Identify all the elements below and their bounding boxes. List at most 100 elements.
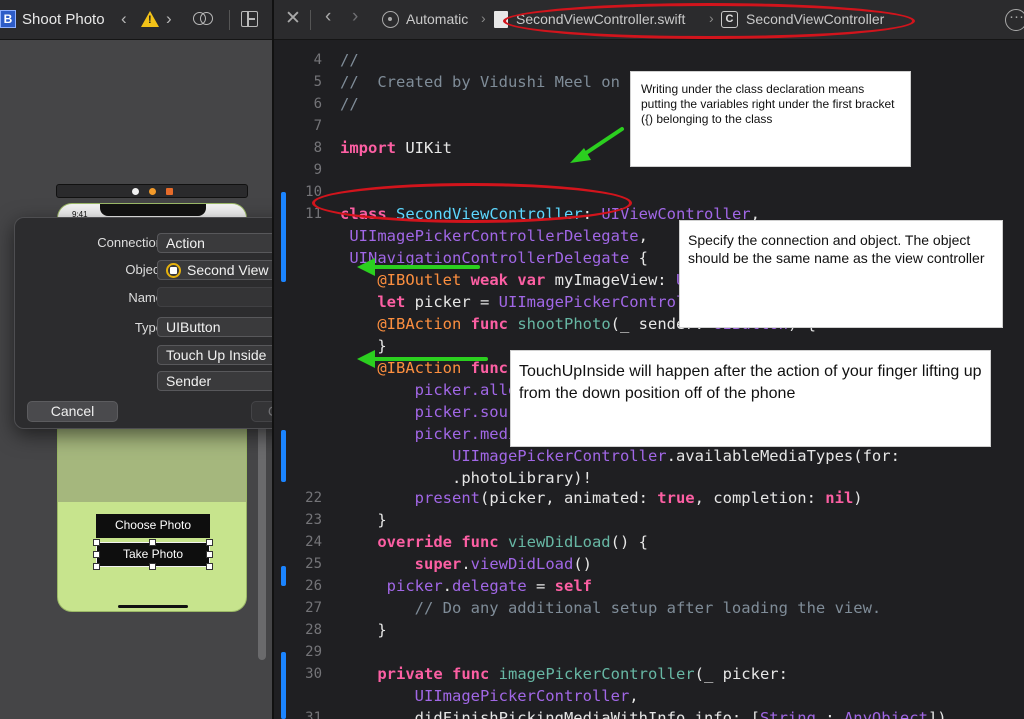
chevron-left-icon[interactable]: ‹ bbox=[121, 9, 127, 29]
code-text[interactable]: import UIKit bbox=[340, 137, 452, 159]
file-title[interactable]: Shoot Photo bbox=[22, 11, 105, 28]
cancel-button[interactable]: Cancel bbox=[27, 401, 118, 422]
code-line[interactable]: 22 present(picker, animated: true, compl… bbox=[274, 487, 1024, 509]
line-number[interactable]: 28 bbox=[274, 619, 322, 641]
resize-handle[interactable] bbox=[93, 551, 100, 558]
resize-handle[interactable] bbox=[93, 539, 100, 546]
breadcrumb-separator: › bbox=[481, 10, 486, 26]
code-line[interactable]: 28 } bbox=[274, 619, 1024, 641]
resize-handle[interactable] bbox=[206, 563, 213, 570]
code-text[interactable]: UIImagePickerControllerDelegate, bbox=[340, 225, 648, 247]
code-text[interactable]: private func imagePickerController(_ pic… bbox=[340, 663, 788, 685]
line-number[interactable]: 22 bbox=[274, 487, 322, 509]
code-token: } bbox=[340, 337, 387, 355]
code-text[interactable]: let picker = UIImagePickerController() bbox=[340, 291, 732, 313]
code-token: import bbox=[340, 139, 396, 157]
code-line[interactable]: 23 } bbox=[274, 509, 1024, 531]
related-items-icon[interactable] bbox=[193, 11, 215, 29]
code-text[interactable]: UIImagePickerController.availableMediaTy… bbox=[340, 445, 900, 467]
scene-dock[interactable] bbox=[56, 184, 248, 198]
code-text[interactable]: override func viewDidLoad() { bbox=[340, 531, 648, 553]
code-token: self bbox=[554, 577, 592, 595]
code-text[interactable]: present(picker, animated: true, completi… bbox=[340, 487, 863, 509]
chevron-right-icon[interactable]: › bbox=[166, 9, 172, 29]
code-text[interactable]: .photoLibrary)! bbox=[340, 467, 592, 489]
code-token: present bbox=[340, 489, 480, 507]
code-text[interactable]: UINavigationControllerDelegate { bbox=[340, 247, 648, 269]
code-token: @IBOutlet bbox=[340, 271, 462, 289]
exit-dock-icon[interactable] bbox=[166, 188, 173, 195]
code-line[interactable]: 24 override func viewDidLoad() { bbox=[274, 531, 1024, 553]
change-indicator[interactable] bbox=[281, 652, 286, 719]
swift-file-icon bbox=[494, 11, 508, 28]
line-number[interactable]: 6 bbox=[274, 93, 322, 115]
close-icon[interactable]: ✕ bbox=[285, 8, 301, 30]
resize-handle[interactable] bbox=[149, 539, 156, 546]
code-token: // bbox=[340, 51, 359, 69]
image-view-area[interactable] bbox=[58, 429, 246, 502]
choose-photo-button[interactable]: Choose Photo bbox=[96, 514, 210, 538]
first-responder-dock-icon[interactable] bbox=[149, 188, 156, 195]
line-number[interactable]: 24 bbox=[274, 531, 322, 553]
code-text[interactable]: // Do any additional setup after loading… bbox=[340, 597, 882, 619]
code-line[interactable]: 10 bbox=[274, 181, 1024, 203]
code-token: private func bbox=[340, 665, 490, 683]
view-controller-dock-icon[interactable] bbox=[132, 188, 139, 195]
line-number[interactable]: 5 bbox=[274, 71, 322, 93]
change-indicator[interactable] bbox=[281, 430, 286, 482]
code-line[interactable]: 4 // bbox=[274, 49, 1024, 71]
view-controller-icon bbox=[166, 263, 181, 278]
forward-icon[interactable]: › bbox=[352, 6, 358, 28]
breadcrumb-scheme[interactable]: Automatic bbox=[406, 11, 468, 27]
code-line[interactable]: 31 didFinishPickingMediaWithInfo info: [… bbox=[274, 707, 1024, 719]
code-line[interactable]: UIImagePickerController, bbox=[274, 685, 1024, 707]
code-token: let bbox=[340, 293, 406, 311]
code-text[interactable]: } bbox=[340, 335, 387, 357]
code-line[interactable]: 26 picker.delegate = self bbox=[274, 575, 1024, 597]
line-number[interactable]: 9 bbox=[274, 159, 322, 181]
code-token: // Do any additional setup after loading… bbox=[340, 599, 882, 617]
code-token: : bbox=[815, 709, 844, 719]
code-line[interactable]: 29 bbox=[274, 641, 1024, 663]
code-token: func bbox=[461, 315, 508, 333]
line-number[interactable]: 23 bbox=[274, 509, 322, 531]
line-number[interactable]: 8 bbox=[274, 137, 322, 159]
resize-handle[interactable] bbox=[206, 539, 213, 546]
line-number[interactable]: 7 bbox=[274, 115, 322, 137]
code-token: } bbox=[340, 511, 387, 529]
code-line[interactable]: UIImagePickerController.availableMediaTy… bbox=[274, 445, 1024, 467]
code-line[interactable]: 30 private func imagePickerController(_ … bbox=[274, 663, 1024, 685]
line-number[interactable]: 27 bbox=[274, 597, 322, 619]
breadcrumb-symbol[interactable]: SecondViewController bbox=[746, 11, 884, 27]
code-text[interactable]: // bbox=[340, 93, 359, 115]
code-text[interactable]: // bbox=[340, 49, 359, 71]
code-token: (_ picker: bbox=[694, 665, 788, 683]
code-text[interactable]: didFinishPickingMediaWithInfo info: [Str… bbox=[340, 707, 947, 719]
code-line[interactable]: .photoLibrary)! bbox=[274, 467, 1024, 489]
back-icon[interactable]: ‹ bbox=[325, 6, 331, 28]
resize-handle[interactable] bbox=[93, 563, 100, 570]
change-indicator[interactable] bbox=[281, 192, 286, 282]
code-token: // bbox=[340, 95, 359, 113]
code-text[interactable]: } bbox=[340, 509, 387, 531]
resize-handle[interactable] bbox=[149, 563, 156, 570]
code-token: (picker, animated: bbox=[479, 489, 658, 507]
line-number[interactable]: 4 bbox=[274, 49, 322, 71]
code-text[interactable]: } bbox=[340, 619, 386, 641]
editor-options-icon[interactable] bbox=[1005, 8, 1024, 31]
code-line[interactable]: 25 super.viewDidLoad() bbox=[274, 553, 1024, 575]
resize-handle[interactable] bbox=[206, 551, 213, 558]
warning-icon[interactable] bbox=[141, 11, 159, 27]
breadcrumb-file[interactable]: SecondViewController.swift bbox=[516, 11, 685, 27]
code-text[interactable]: super.viewDidLoad() bbox=[340, 553, 592, 575]
code-text[interactable]: UIImagePickerController, bbox=[340, 685, 639, 707]
change-indicator[interactable] bbox=[281, 566, 286, 586]
breadcrumb-separator: › bbox=[709, 10, 714, 26]
code-text[interactable]: picker.delegate = self bbox=[340, 575, 592, 597]
add-editor-icon[interactable] bbox=[241, 11, 258, 27]
code-line[interactable]: 27 // Do any additional setup after load… bbox=[274, 597, 1024, 619]
type-label: Type bbox=[134, 320, 163, 335]
